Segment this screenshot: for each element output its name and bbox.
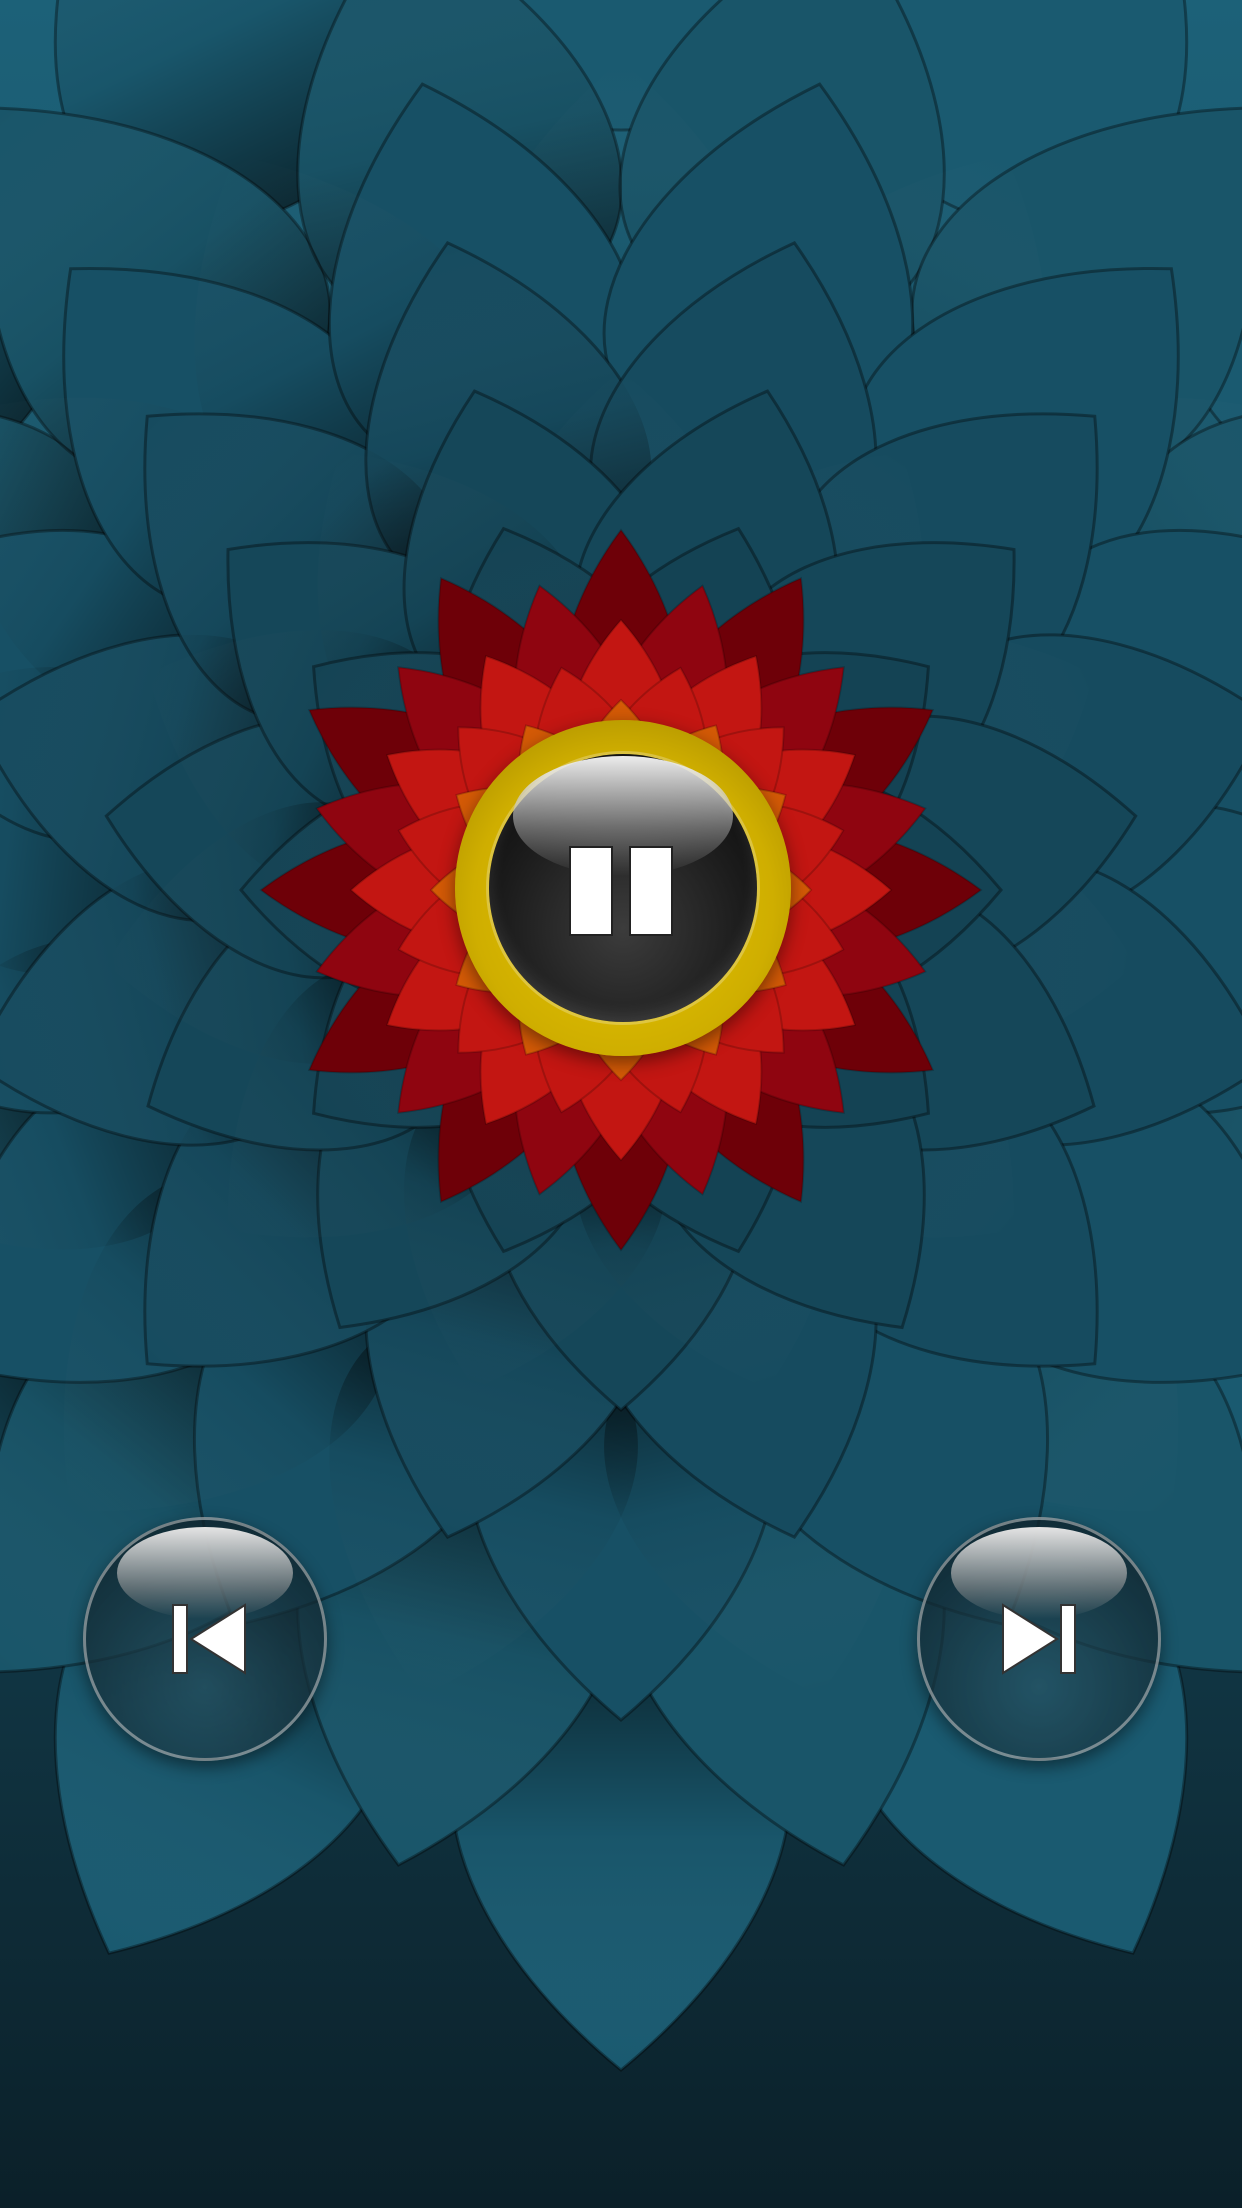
- player-screen: [0, 0, 1242, 2208]
- previous-track-button[interactable]: [83, 1517, 327, 1761]
- petal-background: [0, 0, 1242, 2208]
- play-pause-button[interactable]: [455, 720, 791, 1056]
- pause-icon: [568, 845, 680, 937]
- skip-previous-icon: [169, 1601, 249, 1677]
- skip-next-icon: [999, 1601, 1079, 1677]
- next-track-button[interactable]: [917, 1517, 1161, 1761]
